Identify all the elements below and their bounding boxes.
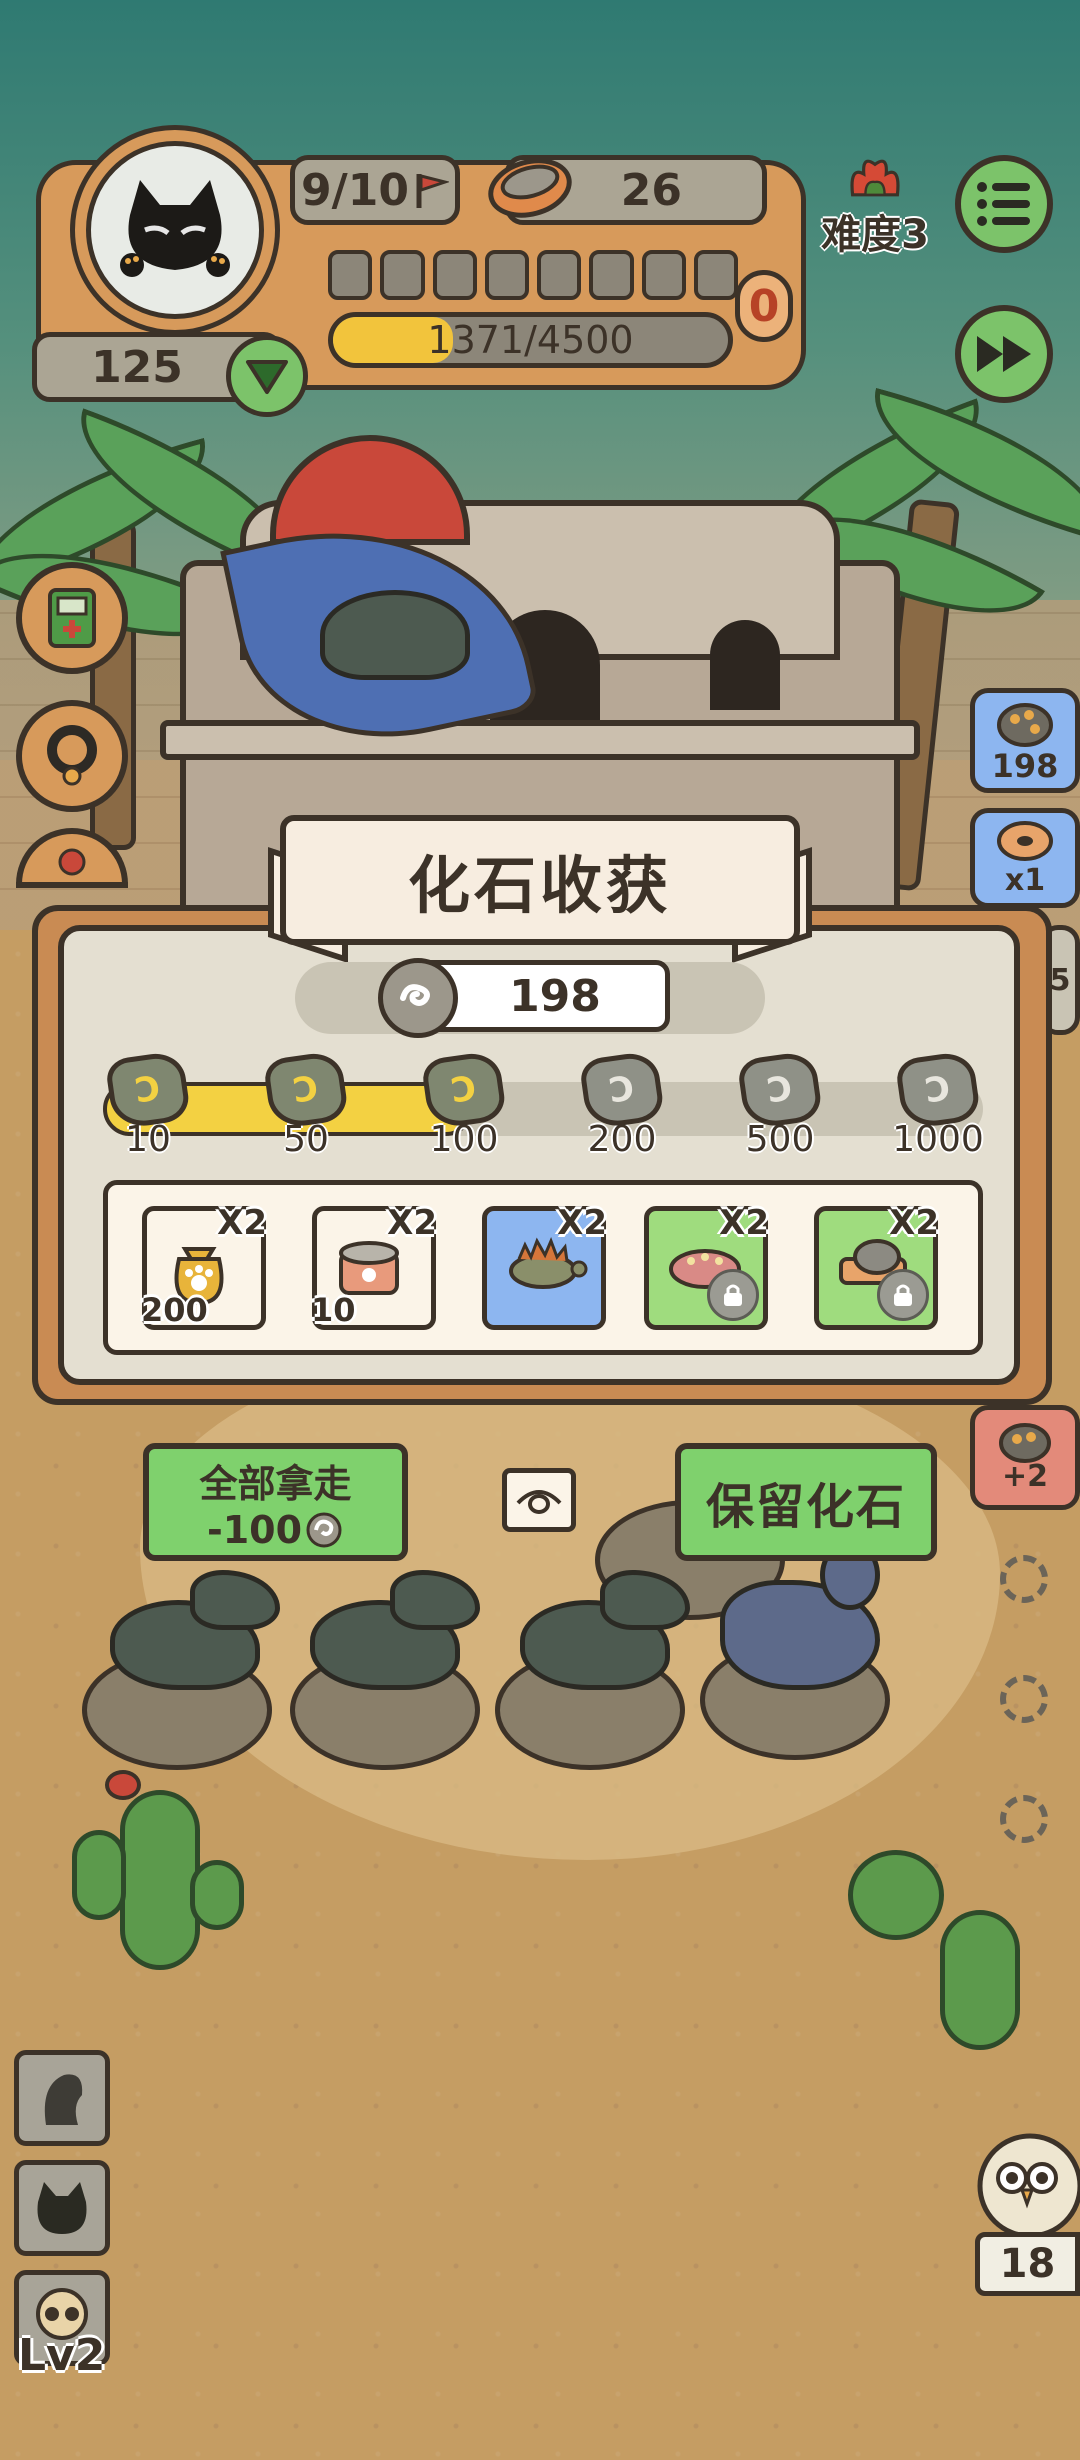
energy-segment — [380, 250, 425, 300]
wave-counter: 9/10 — [290, 155, 460, 225]
fossil-stone-icon: Ɔ — [262, 1049, 350, 1131]
difficulty-label: 难度3 — [821, 212, 929, 258]
keep-label: 保留化石 — [705, 1479, 906, 1535]
reward-stegosaurus[interactable]: X2 — [482, 1203, 607, 1330]
list-menu-icon — [977, 182, 1030, 226]
reward-multiplier: X2 — [557, 1203, 607, 1243]
take-all-label: 全部拿走 — [199, 1461, 352, 1506]
energy-segment — [432, 250, 477, 300]
xp-bar: 1371/4500 — [328, 312, 733, 368]
reward-multiplier: X2 — [889, 1203, 939, 1243]
reward-amount: 200 — [141, 1291, 208, 1329]
flag-icon — [416, 174, 449, 208]
flame-flower-icon — [850, 159, 900, 197]
energy-segment — [328, 250, 373, 300]
wave-text: 9/10 — [301, 164, 409, 216]
level-label: Lv2 — [18, 2330, 106, 2381]
energy-segment — [589, 250, 634, 300]
energy-segment — [484, 250, 529, 300]
milestone: Ɔ 100 — [419, 1049, 509, 1165]
medkit-button[interactable] — [16, 562, 128, 674]
medkit-icon — [48, 588, 96, 648]
menu-button[interactable] — [955, 155, 1053, 253]
take-all-cost: -100 — [207, 1508, 344, 1552]
title-ribbon: 化石收获 — [280, 815, 800, 945]
lock-icon — [707, 1269, 759, 1321]
cactus-flower — [105, 1770, 141, 1800]
preview-button[interactable] — [502, 1468, 576, 1532]
energy-segments — [328, 250, 738, 300]
cat-skill-button[interactable] — [14, 2160, 110, 2256]
fossil-stone-icon: Ɔ — [104, 1049, 192, 1131]
fossil-count-text: 198 — [509, 970, 601, 1022]
heart-count: 125 — [91, 341, 183, 393]
pterosaur — [320, 590, 470, 680]
milestone: Ɔ 1000 — [892, 1049, 984, 1165]
fast-forward-icon — [977, 336, 1031, 372]
reward-ankylosaurus[interactable]: X2 — [644, 1203, 769, 1330]
cactus — [940, 1910, 1020, 2050]
energy-segment — [641, 250, 686, 300]
dino-skill-button[interactable] — [14, 2050, 110, 2146]
zero-badge: 0 — [735, 270, 793, 342]
owl-count: 18 — [975, 2232, 1080, 2296]
difficulty-indicator[interactable]: 难度3 — [810, 150, 940, 260]
cat-silhouette-icon — [37, 2182, 87, 2234]
fossil-stash-count: 198 — [991, 746, 1059, 785]
cactus — [120, 1790, 200, 1970]
cat-avatar[interactable] — [86, 141, 264, 319]
round-cactus — [848, 1850, 944, 1940]
heart-icon — [246, 360, 288, 394]
owl-icon — [977, 2133, 1080, 2239]
donut-card[interactable]: x1 — [970, 808, 1080, 908]
energy-segment — [537, 250, 582, 300]
owl-count-text: 18 — [999, 2241, 1056, 2287]
gear-icon — [1000, 1675, 1048, 1723]
reward-food-can[interactable]: X2 10 — [311, 1203, 437, 1330]
donut-icon — [997, 820, 1053, 861]
xp-text: 1371/4500 — [427, 318, 634, 362]
take-all-button[interactable]: 全部拿走 -100 — [143, 1443, 408, 1561]
fossil-coin-icon — [306, 1512, 342, 1547]
bowl-count: 26 — [620, 164, 682, 216]
dialog-title: 化石收获 — [407, 849, 672, 922]
reward-fossil-tray[interactable]: X2 — [814, 1203, 939, 1330]
potion-icon — [58, 848, 86, 876]
milestone: Ɔ 500 — [735, 1049, 825, 1165]
gear-icon — [1000, 1795, 1048, 1843]
owl-button[interactable] — [960, 2120, 1080, 2240]
fossil-stash-card[interactable]: 198 — [970, 688, 1080, 793]
donut-count: x1 — [1004, 862, 1046, 898]
food-bowl-icon — [485, 148, 575, 228]
reward-paw-coin-bag[interactable]: X2 200 — [141, 1203, 267, 1330]
collar-icon — [47, 725, 97, 786]
reward-multiplier: X2 — [217, 1203, 267, 1243]
energy-segment — [693, 250, 738, 300]
lock-icon — [877, 1269, 929, 1321]
zero-badge-text: 0 — [748, 280, 780, 332]
cactus — [190, 1860, 244, 1930]
cactus — [72, 1830, 126, 1920]
black-cat-icon — [120, 180, 230, 277]
keep-fossils-button[interactable]: 保留化石 — [675, 1443, 937, 1561]
milestone: Ɔ 10 — [103, 1049, 193, 1165]
fossil-bonus-text: +2 — [1001, 1459, 1048, 1494]
reward-amount: 10 — [311, 1291, 356, 1329]
milestone: Ɔ 50 — [261, 1049, 351, 1165]
collar-button[interactable] — [16, 700, 128, 812]
fossil-coin-icon — [378, 958, 458, 1038]
fossil-pile-icon — [997, 702, 1053, 747]
eye-icon — [516, 1490, 562, 1514]
dino-silhouette-icon — [44, 2074, 83, 2125]
fossil-bonus-card[interactable]: +2 — [970, 1405, 1080, 1510]
partial-card-text: 5 — [1049, 962, 1071, 998]
gear-icon — [1000, 1555, 1048, 1603]
milestone: Ɔ 200 — [577, 1049, 667, 1165]
fast-forward-button[interactable] — [955, 305, 1053, 403]
heart-button[interactable] — [226, 335, 308, 417]
reward-multiplier: X2 — [719, 1203, 769, 1243]
reward-multiplier: X2 — [387, 1203, 437, 1243]
take-all-cost-text: -100 — [206, 1507, 303, 1552]
